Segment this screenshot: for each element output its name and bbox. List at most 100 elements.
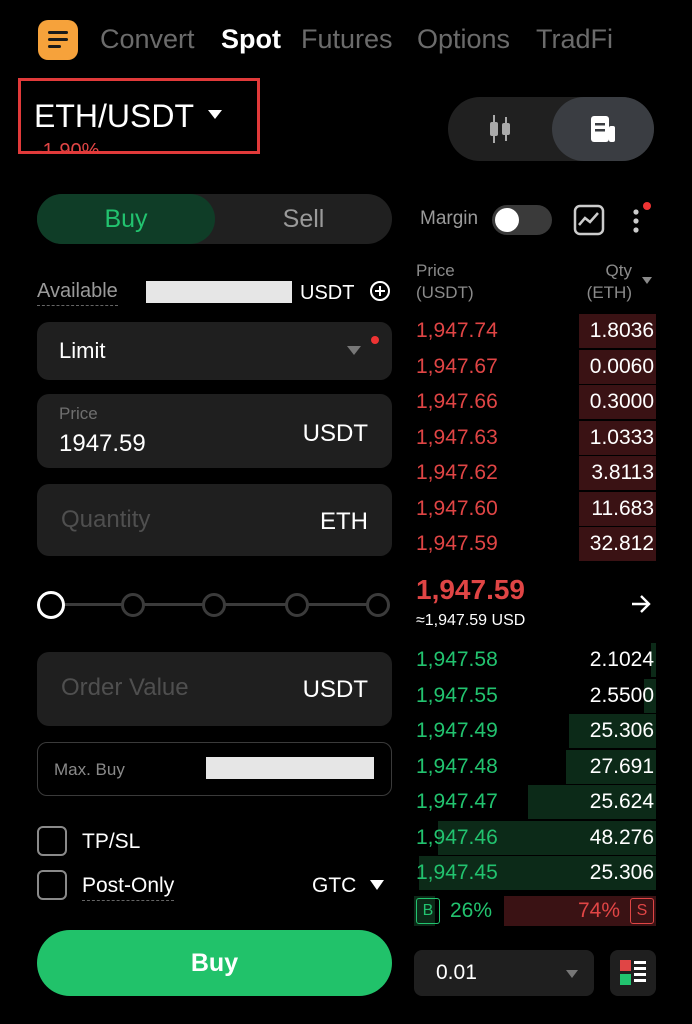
- bid-row[interactable]: 1,947.49 25.306: [414, 714, 656, 748]
- add-funds-icon[interactable]: [370, 281, 390, 301]
- bid-row[interactable]: 1,947.55 2.5500: [414, 678, 656, 713]
- ask-qty: 11.683: [591, 496, 654, 520]
- caret-down-icon[interactable]: [208, 110, 222, 119]
- bid-qty: 48.276: [589, 825, 654, 849]
- bid-row[interactable]: 1,947.47 25.624: [414, 785, 656, 819]
- quantity-unit: ETH: [320, 508, 368, 535]
- view-toggle: [448, 97, 654, 161]
- margin-label: Margin: [420, 208, 479, 229]
- slider-node-100[interactable]: [366, 593, 390, 617]
- available-label: Available: [37, 280, 118, 306]
- candlestick-view-button[interactable]: [448, 97, 552, 161]
- order-value-unit: USDT: [302, 676, 368, 703]
- caret-down-icon: [566, 970, 578, 978]
- ask-qty: 1.0333: [589, 425, 654, 449]
- order-view-button[interactable]: [552, 97, 654, 161]
- max-buy-box: Max. Buy: [37, 742, 392, 796]
- ask-qty: 3.8113: [591, 461, 654, 484]
- last-price: 1,947.59: [416, 574, 525, 605]
- order-value-input[interactable]: Order Value USDT: [37, 652, 392, 726]
- arrow-right-icon[interactable]: [630, 594, 652, 614]
- bid-qty: 25.306: [589, 719, 654, 742]
- time-in-force-select[interactable]: GTC: [312, 874, 356, 898]
- slider-node-50[interactable]: [202, 593, 226, 617]
- sell-tab[interactable]: Sell: [215, 194, 392, 244]
- tab-options[interactable]: Options: [417, 24, 510, 55]
- bid-row[interactable]: 1,947.46 48.276: [414, 820, 656, 855]
- ask-row[interactable]: 1,947.59 32.812: [414, 527, 656, 561]
- ask-price: 1,947.67: [416, 354, 498, 378]
- order-book-icon: [591, 116, 615, 142]
- ask-qty: 32.812: [589, 532, 654, 555]
- ask-row[interactable]: 1,947.60 11.683: [414, 491, 656, 526]
- bid-price: 1,947.47: [416, 790, 498, 813]
- bid-price: 1,947.58: [416, 648, 498, 671]
- bid-row[interactable]: 1,947.45 25.306: [414, 856, 656, 890]
- ask-qty: 0.3000: [589, 390, 654, 413]
- price-input[interactable]: Price 1947.59 USDT: [37, 394, 392, 468]
- order-type-value: Limit: [59, 338, 106, 363]
- caret-down-icon[interactable]: [370, 880, 384, 890]
- bid-qty: 2.1024: [589, 648, 654, 671]
- ask-row[interactable]: 1,947.67 0.0060: [414, 349, 656, 384]
- bid-price: 1,947.45: [416, 861, 498, 884]
- post-only-checkbox[interactable]: [37, 870, 67, 900]
- bid-price: 1,947.55: [416, 683, 498, 707]
- book-layout-icon[interactable]: [610, 950, 656, 996]
- buy-ratio-tag: B: [416, 898, 440, 924]
- quantity-placeholder: Quantity: [61, 506, 151, 533]
- bid-row[interactable]: 1,947.48 27.691: [414, 749, 656, 784]
- price-value: 1947.59: [59, 430, 146, 457]
- slider-node-25[interactable]: [121, 593, 145, 617]
- tpsl-checkbox[interactable]: [37, 826, 67, 856]
- tab-futures[interactable]: Futures: [301, 24, 393, 55]
- slider-node-75[interactable]: [285, 593, 309, 617]
- buy-sell-ratio: B 26% 74% S: [414, 896, 656, 926]
- bid-qty: 2.5500: [589, 683, 654, 707]
- bid-qty: 27.691: [589, 754, 654, 778]
- quantity-input[interactable]: Quantity ETH: [37, 484, 392, 556]
- available-currency: USDT: [300, 282, 355, 304]
- ask-row[interactable]: 1,947.62 3.8113: [414, 456, 656, 490]
- price-label: Price: [59, 404, 98, 423]
- bid-row[interactable]: 1,947.58 2.1024: [414, 643, 656, 677]
- candlestick-icon: [490, 115, 510, 143]
- more-icon[interactable]: [630, 202, 651, 236]
- redacted-max-buy: [206, 757, 374, 779]
- buy-ratio: 26%: [450, 899, 493, 922]
- last-price-usd: ≈1,947.59 USD: [416, 612, 526, 629]
- caret-down-icon: [347, 346, 361, 355]
- bid-price: 1,947.48: [416, 754, 498, 778]
- bid-price: 1,947.49: [416, 719, 498, 742]
- ask-price: 1,947.74: [416, 319, 498, 342]
- ask-row[interactable]: 1,947.66 0.3000: [414, 385, 656, 419]
- ask-qty: 1.8036: [589, 319, 654, 342]
- slider-node-0[interactable]: [37, 591, 65, 619]
- bid-qty: 25.306: [589, 861, 654, 884]
- depth-step-value: 0.01: [436, 961, 477, 984]
- chart-icon[interactable]: [572, 203, 606, 237]
- order-type-select[interactable]: Limit: [37, 322, 392, 380]
- amount-slider[interactable]: [37, 590, 392, 620]
- order-value-placeholder: Order Value: [61, 674, 189, 701]
- buy-tab[interactable]: Buy: [37, 194, 215, 244]
- ask-row[interactable]: 1,947.63 1.0333: [414, 420, 656, 455]
- ask-price: 1,947.59: [416, 532, 498, 555]
- depth-step-select[interactable]: 0.01: [414, 950, 594, 996]
- max-buy-label: Max. Buy: [54, 760, 125, 779]
- pair-selector[interactable]: ETH/USDT: [34, 98, 194, 135]
- post-only-label: Post-Only: [82, 874, 175, 901]
- ask-row[interactable]: 1,947.74 1.8036: [414, 314, 656, 348]
- ask-price: 1,947.63: [416, 425, 498, 449]
- menu-icon[interactable]: [38, 20, 78, 60]
- qty-unit-caret-icon[interactable]: [642, 277, 652, 284]
- sell-ratio: 74%: [577, 899, 620, 922]
- tpsl-label: TP/SL: [82, 830, 141, 853]
- tab-convert[interactable]: Convert: [100, 24, 195, 55]
- price-unit: USDT: [302, 420, 368, 447]
- buy-button[interactable]: Buy: [37, 930, 392, 996]
- redacted-balance: [146, 281, 292, 303]
- tab-spot[interactable]: Spot: [221, 24, 281, 55]
- tab-tradfi[interactable]: TradFi: [536, 24, 613, 55]
- margin-toggle[interactable]: [492, 205, 552, 235]
